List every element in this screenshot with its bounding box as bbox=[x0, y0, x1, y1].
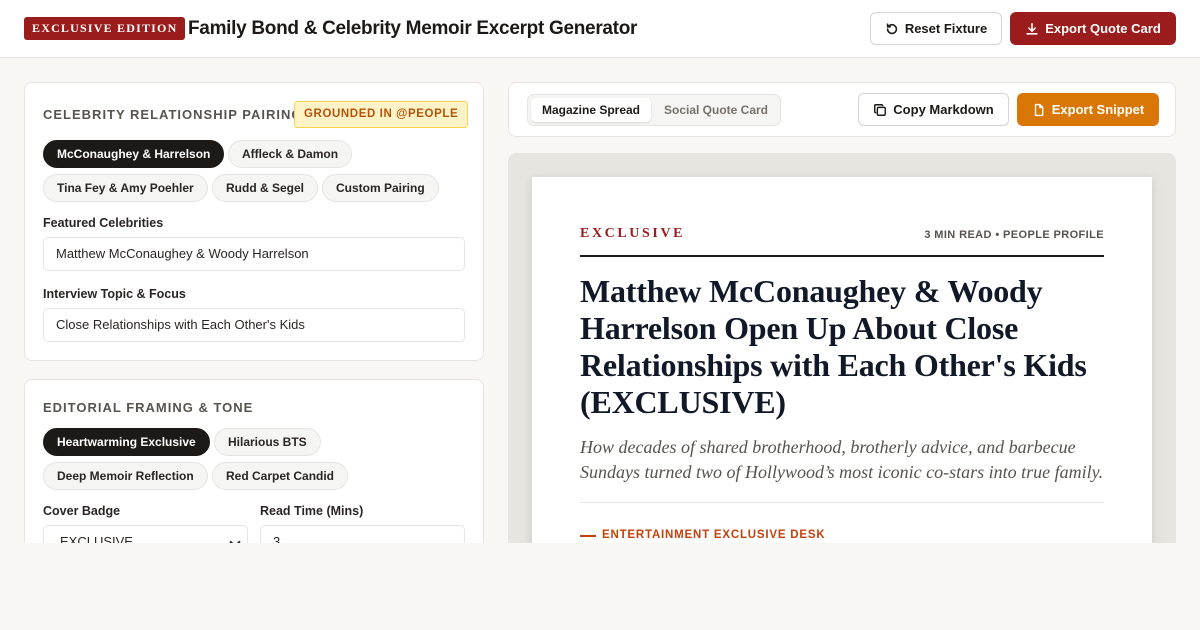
chip-custom-pairing[interactable]: Custom Pairing bbox=[322, 174, 439, 202]
export-snippet-button[interactable]: Export Snippet bbox=[1017, 93, 1159, 126]
edition-badge: EXCLUSIVE EDITION bbox=[24, 17, 186, 40]
chip-fey-poehler[interactable]: Tina Fey & Amy Poehler bbox=[43, 174, 208, 202]
pairing-section-title: CELEBRITY RELATIONSHIP PAIRING bbox=[43, 107, 303, 122]
article-meta: 3 MIN READ • PEOPLE PROFILE bbox=[924, 229, 1104, 241]
chip-deep-memoir-reflection[interactable]: Deep Memoir Reflection bbox=[43, 462, 208, 490]
headline-rule bbox=[580, 255, 1104, 257]
app-title: Family Bond & Celebrity Memoir Excerpt G… bbox=[188, 18, 638, 39]
pairing-card: CELEBRITY RELATIONSHIP PAIRING GROUNDED … bbox=[24, 82, 484, 361]
view-mode-toggle: Magazine Spread Social Quote Card bbox=[527, 94, 781, 126]
chip-mcconaughey-harrelson[interactable]: McConaughey & Harrelson bbox=[43, 140, 225, 168]
reset-fixture-button[interactable]: Reset Fixture bbox=[870, 12, 1002, 45]
article-kicker: EXCLUSIVE bbox=[580, 226, 686, 241]
cover-badge-label: Cover Badge bbox=[43, 504, 121, 518]
export-snippet-label: Export Snippet bbox=[1051, 102, 1145, 117]
article-dek: How decades of shared brotherhood, broth… bbox=[580, 437, 1104, 482]
top-bar: EXCLUSIVE EDITION Family Bond & Celebrit… bbox=[0, 0, 1200, 58]
tab-magazine-spread[interactable]: Magazine Spread bbox=[531, 98, 651, 122]
chip-rudd-segel[interactable]: Rudd & Segel bbox=[212, 174, 319, 202]
preview-toolbar: Magazine Spread Social Quote Card Copy M… bbox=[508, 82, 1176, 137]
chip-affleck-damon[interactable]: Affleck & Damon bbox=[228, 140, 353, 168]
interview-topic-input[interactable]: Close Relationships with Each Other's Ki… bbox=[43, 308, 465, 342]
tab-social-quote-card[interactable]: Social Quote Card bbox=[653, 98, 779, 122]
refresh-icon bbox=[886, 22, 897, 34]
download-icon bbox=[1026, 22, 1038, 35]
featured-celebrities-label: Featured Celebrities bbox=[43, 216, 164, 230]
export-quote-card-label: Export Quote Card bbox=[1045, 21, 1161, 36]
copy-markdown-label: Copy Markdown bbox=[893, 102, 994, 117]
chip-heartwarming-exclusive[interactable]: Heartwarming Exclusive bbox=[43, 428, 210, 456]
article-desk: ENTERTAINMENT EXCLUSIVE DESK bbox=[602, 529, 826, 541]
copy-markdown-button[interactable]: Copy Markdown bbox=[858, 93, 1009, 126]
reset-fixture-label: Reset Fixture bbox=[904, 21, 988, 36]
featured-celebrities-input[interactable]: Matthew McConaughey & Woody Harrelson bbox=[43, 237, 465, 271]
viewport-cutoff bbox=[0, 543, 1200, 630]
article-headline: Matthew McConaughey & Woody Harrelson Op… bbox=[580, 273, 1087, 420]
copy-icon bbox=[874, 103, 887, 116]
read-time-label: Read Time (Mins) bbox=[260, 504, 364, 518]
export-quote-card-button[interactable]: Export Quote Card bbox=[1010, 12, 1176, 45]
tone-section-title: EDITORIAL FRAMING & TONE bbox=[43, 400, 254, 415]
file-icon bbox=[1034, 103, 1044, 116]
desk-accent-line bbox=[580, 535, 596, 537]
chip-red-carpet-candid[interactable]: Red Carpet Candid bbox=[212, 462, 349, 490]
dek-divider bbox=[580, 502, 1104, 503]
interview-topic-label: Interview Topic & Focus bbox=[43, 287, 186, 301]
chip-hilarious-bts[interactable]: Hilarious BTS bbox=[214, 428, 321, 456]
grounded-badge: GROUNDED IN @PEOPLE bbox=[294, 101, 469, 128]
